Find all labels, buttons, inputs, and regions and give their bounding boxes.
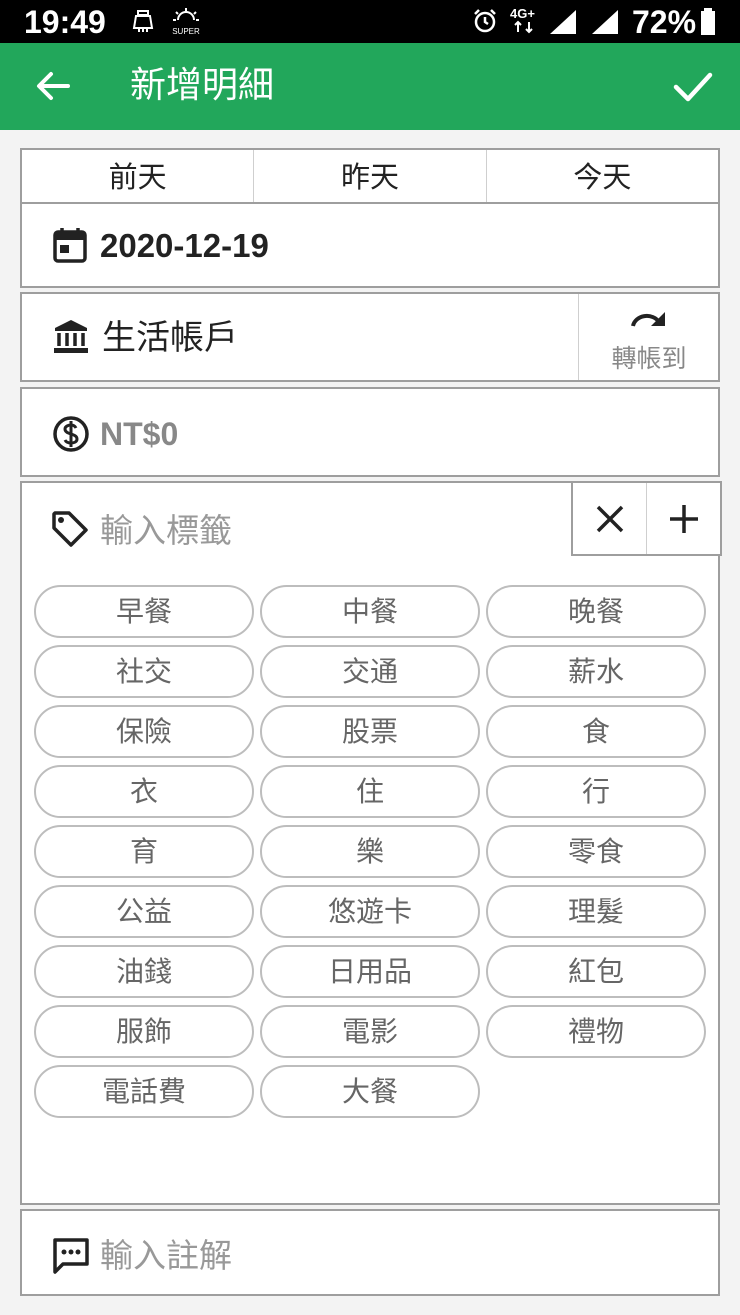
svg-text:4G+: 4G+ [510,6,535,21]
back-button[interactable] [30,63,76,109]
tag-chip[interactable]: 紅包 [486,945,706,998]
battery-icon [700,8,716,40]
note-field [20,1209,720,1296]
yesterday-button[interactable]: 昨天 [254,150,487,202]
page-title: 新增明細 [130,65,275,106]
redo-icon [629,306,669,336]
amount-field [20,387,720,477]
tag-chip[interactable]: 服飾 [34,1005,254,1058]
tag-list: 早餐 中餐 晚餐 社交 交通 薪水 保險 股票 食 衣 住 行 育 樂 零食 公… [34,585,710,1118]
amount-input[interactable] [100,411,500,457]
tag-actions [571,481,722,556]
tag-chip[interactable]: 電影 [260,1005,480,1058]
super-mode-icon: SUPER [170,6,202,40]
tag-chip[interactable]: 理髮 [486,885,706,938]
tag-chip[interactable]: 日用品 [260,945,480,998]
tag-chip[interactable]: 樂 [260,825,480,878]
bank-icon [52,318,90,360]
tag-chip[interactable]: 行 [486,765,706,818]
tag-chip[interactable]: 股票 [260,705,480,758]
battery-percent: 72% [632,4,697,40]
dollar-circle-icon [52,415,90,457]
tag-chip[interactable]: 食 [486,705,706,758]
cleaner-icon [130,8,156,38]
comment-icon [52,1237,90,1279]
tag-chip[interactable]: 晚餐 [486,585,706,638]
tag-chip[interactable]: 大餐 [260,1065,480,1118]
today-button[interactable]: 今天 [487,150,718,202]
tag-chip[interactable]: 育 [34,825,254,878]
date-value: 2020-12-19 [100,227,269,264]
transfer-button[interactable]: 轉帳到 [578,294,718,380]
tag-chip[interactable]: 薪水 [486,645,706,698]
signal-icon [548,8,578,40]
status-time: 19:49 [24,4,106,40]
quick-day-selector: 前天 昨天 今天 [20,148,720,204]
account-field: 生活帳戶 轉帳到 [20,292,720,382]
network-4g-icon: 4G+ [510,4,540,40]
tag-chip[interactable]: 衣 [34,765,254,818]
check-icon [668,72,718,115]
tag-chip[interactable]: 禮物 [486,1005,706,1058]
tag-panel: 早餐 中餐 晚餐 社交 交通 薪水 保險 股票 食 衣 住 行 育 樂 零食 公… [20,481,722,1205]
clear-tag-button[interactable] [573,483,647,554]
tag-chip[interactable]: 中餐 [260,585,480,638]
tag-chip[interactable]: 住 [260,765,480,818]
note-input[interactable] [100,1231,660,1279]
day-before-yesterday-button[interactable]: 前天 [22,150,255,202]
tag-chip[interactable]: 零食 [486,825,706,878]
tag-chip[interactable]: 交通 [260,645,480,698]
app-bar: 新增明細 [0,43,740,130]
arrow-left-icon [30,72,76,113]
status-bar: 19:49 SUPER 4G+ 72% [0,0,740,43]
transfer-label: 轉帳到 [611,344,687,373]
add-tag-button[interactable] [647,483,720,554]
tag-input[interactable] [100,505,560,555]
svg-text:SUPER: SUPER [172,27,200,36]
tag-chip[interactable]: 悠遊卡 [260,885,480,938]
tag-chip[interactable]: 油錢 [34,945,254,998]
calendar-icon [52,226,88,268]
account-name[interactable]: 生活帳戶 [102,316,238,360]
date-field[interactable]: 2020-12-19 [20,202,720,288]
signal-icon [590,8,620,40]
alarm-icon [472,8,498,38]
tag-chip[interactable]: 公益 [34,885,254,938]
tag-icon [50,509,90,553]
tag-chip[interactable]: 社交 [34,645,254,698]
tag-chip[interactable]: 保險 [34,705,254,758]
tag-chip[interactable]: 電話費 [34,1065,254,1118]
tag-chip[interactable]: 早餐 [34,585,254,638]
confirm-button[interactable] [668,61,718,111]
